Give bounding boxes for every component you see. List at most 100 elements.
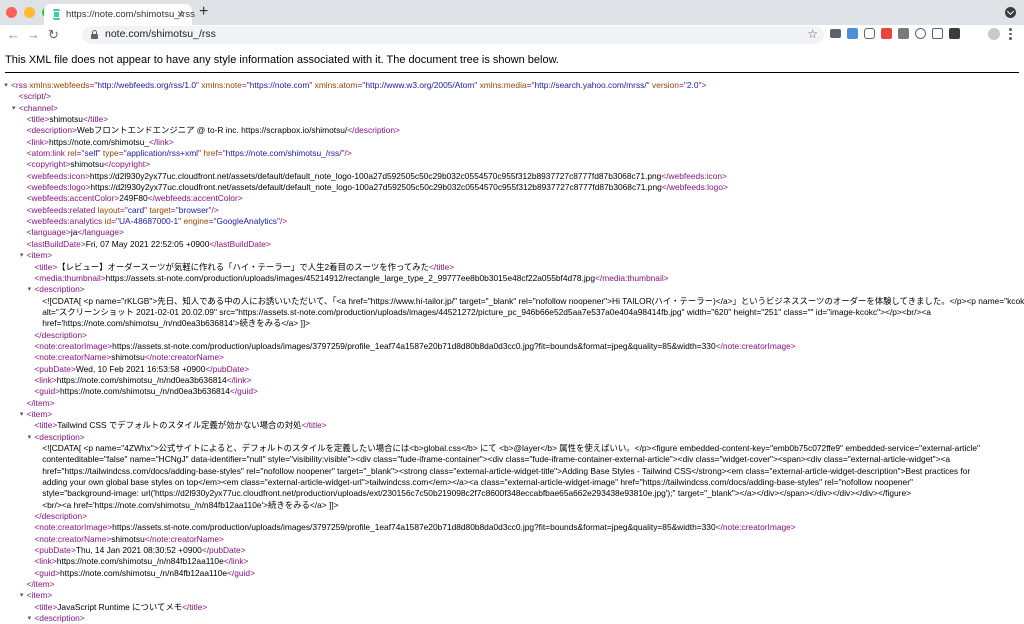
grid-extension-icon[interactable] xyxy=(932,28,943,39)
collapse-toggle-icon[interactable]: ▾ xyxy=(25,432,33,443)
xml-line-content: contenteditable="false" name="HCNgJ" dat… xyxy=(42,454,950,465)
xml-line-content: href="https://tailwindcss.com/docs/addin… xyxy=(42,466,970,477)
back-icon[interactable]: ← xyxy=(7,27,20,43)
reload-icon[interactable]: ↻ xyxy=(48,27,59,43)
xml-token-tx: <![CDATA[ <p name="rKLGB">先日、知人である中の人にお誘… xyxy=(42,295,1024,306)
xml-line: <br/><a href='https://note.com/shimotsu_… xyxy=(0,500,1024,511)
xml-line-content: <title>【レビュー】オーダースーツが気軽に作れる「ハイ・テーラー」で人生2… xyxy=(34,262,454,273)
xml-token-tx: https://assets.st-note.com/production/up… xyxy=(112,340,716,351)
xml-line: <atom:link rel="self" type="application/… xyxy=(0,148,1024,159)
collapse-toggle-icon[interactable]: ▾ xyxy=(18,250,26,261)
xml-token-tx: shimotsu xyxy=(111,352,145,363)
xml-line-content: <note:creatorName>shimotsu</note:creator… xyxy=(34,534,224,545)
xml-token-tag: <channel> xyxy=(18,102,58,113)
xml-token-tag: <note:creatorImage> xyxy=(34,340,113,351)
xml-line-content: <media:thumbnail>https://assets.st-note.… xyxy=(34,273,668,284)
tab-close-icon[interactable]: × xyxy=(177,7,184,21)
xml-token-tag: <script/> xyxy=(18,91,51,102)
star-icon[interactable]: ☆ xyxy=(807,27,818,41)
xml-line-content: <guid>https://note.com/shimotsu_/n/n84fb… xyxy=(34,568,255,579)
address-url[interactable]: note.com/shimotsu_/rss xyxy=(105,28,216,40)
xml-token-tag: </description> xyxy=(347,125,400,136)
menu-icon[interactable] xyxy=(1009,28,1012,40)
xml-token-tag: =" xyxy=(118,148,127,159)
xml-token-an: href xyxy=(203,148,218,159)
xml-token-tag: <item> xyxy=(26,250,53,261)
xml-token-tag: <title> xyxy=(34,261,58,272)
xml-token-tag: </note:creatorName> xyxy=(144,533,224,544)
xml-line: <link>https://note.com/shimotsu_/n/n84fb… xyxy=(0,556,1024,567)
xml-line: <![CDATA[ <p name="rKLGB">先日、知人である中の人にお誘… xyxy=(0,296,1024,307)
xml-token-tag: </note:creatorName> xyxy=(144,352,224,363)
mail-extension-icon[interactable] xyxy=(830,29,841,38)
xml-token-an: engine xyxy=(183,216,209,227)
xml-line: <lastBuildDate>Fri, 07 May 2021 22:52:05… xyxy=(0,239,1024,250)
minimize-window-button[interactable] xyxy=(24,7,35,18)
xml-token-tx: style="background-image: url('https://d2… xyxy=(42,488,912,499)
xml-token-tag: </lastBuildDate> xyxy=(209,238,271,249)
xml-token-tag: </description> xyxy=(34,511,88,522)
close-window-button[interactable] xyxy=(6,7,17,18)
xml-token-tag: </item> xyxy=(26,397,55,408)
xml-token-tx: 249F80 xyxy=(119,193,148,204)
profile-avatar[interactable] xyxy=(988,28,1000,40)
xml-line-content: <rss xmlns:webfeeds =" http://webfeeds.org… xyxy=(11,80,706,91)
address-bar[interactable]: note.com/shimotsu_/rss ☆ xyxy=(82,26,824,44)
xml-token-av: application/rss+xml xyxy=(126,148,199,159)
xml-line: ▾ <description> xyxy=(0,284,1024,295)
color-extension-icon[interactable] xyxy=(881,28,892,39)
xml-line: style="background-image: url('https://d2… xyxy=(0,488,1024,499)
xml-line: ▾ <item> xyxy=(0,590,1024,601)
xml-token-tx: shimotsu xyxy=(111,533,145,544)
bookmark-extension-icon[interactable] xyxy=(898,28,909,39)
xml-line-content: </item> xyxy=(27,398,55,409)
tab-search-icon[interactable] xyxy=(1005,7,1016,18)
xml-line: href='https://note.com/shimotsu_/n/nd0ea… xyxy=(0,318,1024,329)
xml-line: <note:creatorImage>https://assets.st-not… xyxy=(0,522,1024,533)
xml-token-tx: shimotsu xyxy=(49,114,83,125)
collapse-toggle-icon[interactable]: ▾ xyxy=(18,409,26,420)
xml-token-tag: <description> xyxy=(34,613,85,624)
translate-extension-icon[interactable] xyxy=(847,28,858,39)
xml-token-tag: =" xyxy=(241,80,250,90)
xml-token-tag: <description> xyxy=(34,284,85,295)
new-tab-button[interactable]: + xyxy=(199,3,208,21)
collapse-toggle-icon[interactable]: ▾ xyxy=(10,103,18,114)
puzzle-extensions-icon[interactable] xyxy=(949,28,960,39)
xml-style-notice: This XML file does not appear to have an… xyxy=(5,54,1019,73)
xml-line: <guid>https://note.com/shimotsu_/n/nd0ea… xyxy=(0,386,1024,397)
xml-token-av: GoogleAnalytics xyxy=(216,216,277,227)
xml-token-an: version xyxy=(651,80,679,90)
xml-line-content: </description> xyxy=(34,511,87,522)
xml-line: <title>【レビュー】オーダースーツが気軽に作れる「ハイ・テーラー」で人生2… xyxy=(0,262,1024,273)
lock-icon[interactable] xyxy=(91,30,98,39)
collapse-toggle-icon[interactable]: ▾ xyxy=(25,284,33,295)
collapse-toggle-icon[interactable]: ▾ xyxy=(2,80,10,91)
xml-line-content: <link>https://note.com/shimotsu_/n/nd0ea… xyxy=(34,375,251,386)
browser-tab[interactable]: https://note.com/shimotsu_/rss × xyxy=(44,4,195,25)
xml-token-tx: https://note.com/shimotsu_ xyxy=(48,136,150,147)
xml-line-content: <link>https://note.com/shimotsu_/n/n84fb… xyxy=(34,556,248,567)
xml-line-content: <description>Webフロントエンドエンジニア @ to-R inc.… xyxy=(27,125,400,136)
xml-line-content: <description> xyxy=(34,284,84,295)
xml-token-av: https://note.com/shimotsu_/rss/ xyxy=(225,148,342,159)
xml-token-tag: <webfeeds:analytics xyxy=(26,216,105,227)
note-favicon-icon xyxy=(53,9,60,20)
xml-token-tag: =" xyxy=(111,216,119,227)
forward-icon[interactable]: → xyxy=(27,27,40,43)
xml-token-tx: href='https://note.com/shimotsu_/n/nd0ea… xyxy=(42,318,311,329)
xml-line: <title>JavaScript Runtime についてメモ</title> xyxy=(0,602,1024,613)
pocket-extension-icon[interactable] xyxy=(864,28,875,39)
cloud-extension-icon[interactable] xyxy=(915,28,926,39)
xml-token-tx: https://note.com/shimotsu_/n/n84fb12aa11… xyxy=(60,567,228,578)
extension-icons xyxy=(830,28,960,39)
collapse-toggle-icon[interactable]: ▾ xyxy=(18,590,26,601)
xml-line: <guid>https://note.com/shimotsu_/n/n84fb… xyxy=(0,568,1024,579)
xml-token-tx: https://assets.st-note.com/production/up… xyxy=(105,272,596,283)
collapse-toggle-icon[interactable]: ▾ xyxy=(25,613,33,624)
xml-line-content: href='https://note.com/shimotsu_/n/nd0ea… xyxy=(42,318,310,329)
xml-token-tag: "/> xyxy=(341,148,352,159)
xml-line: <webfeeds:icon>https://d2l930y2yx77uc.cl… xyxy=(0,171,1024,182)
xml-token-an: target xyxy=(149,204,171,215)
xml-token-tx: https://assets.st-note.com/production/up… xyxy=(112,522,716,533)
